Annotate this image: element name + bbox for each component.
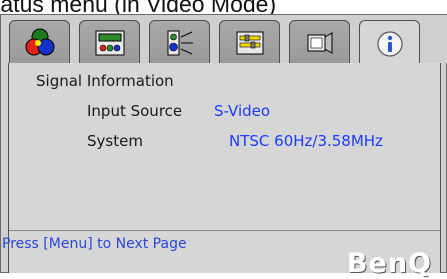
osd-menu: Signal Information Input Source S-Video …	[0, 14, 447, 279]
section-title: Signal Information	[36, 72, 174, 90]
footer-divider	[9, 230, 440, 231]
picture-color-icon	[25, 28, 54, 55]
setup-icon	[236, 31, 263, 54]
picture-advanced-icon	[95, 30, 124, 55]
system-label: System	[87, 132, 143, 150]
information-icon	[376, 30, 403, 57]
tab-setup[interactable]	[219, 20, 280, 64]
benq-logo: BenQ	[346, 248, 432, 279]
system-value: NTSC 60Hz/3.58MHz	[229, 132, 383, 150]
tab-information[interactable]	[359, 20, 420, 66]
tab-source[interactable]	[289, 20, 350, 64]
tab-audio[interactable]	[149, 20, 210, 64]
input-source-label: Input Source	[87, 102, 183, 120]
info-panel: Signal Information Input Source S-Video …	[2, 63, 441, 279]
tab-picture-advanced[interactable]	[79, 20, 140, 64]
audio-icon	[167, 30, 193, 55]
source-icon	[307, 31, 332, 54]
tab-picture-color[interactable]	[9, 20, 70, 64]
footer-hint: Press [Menu] to Next Page	[2, 236, 187, 252]
input-source-value: S-Video	[214, 102, 271, 120]
tab-bar	[1, 15, 447, 66]
